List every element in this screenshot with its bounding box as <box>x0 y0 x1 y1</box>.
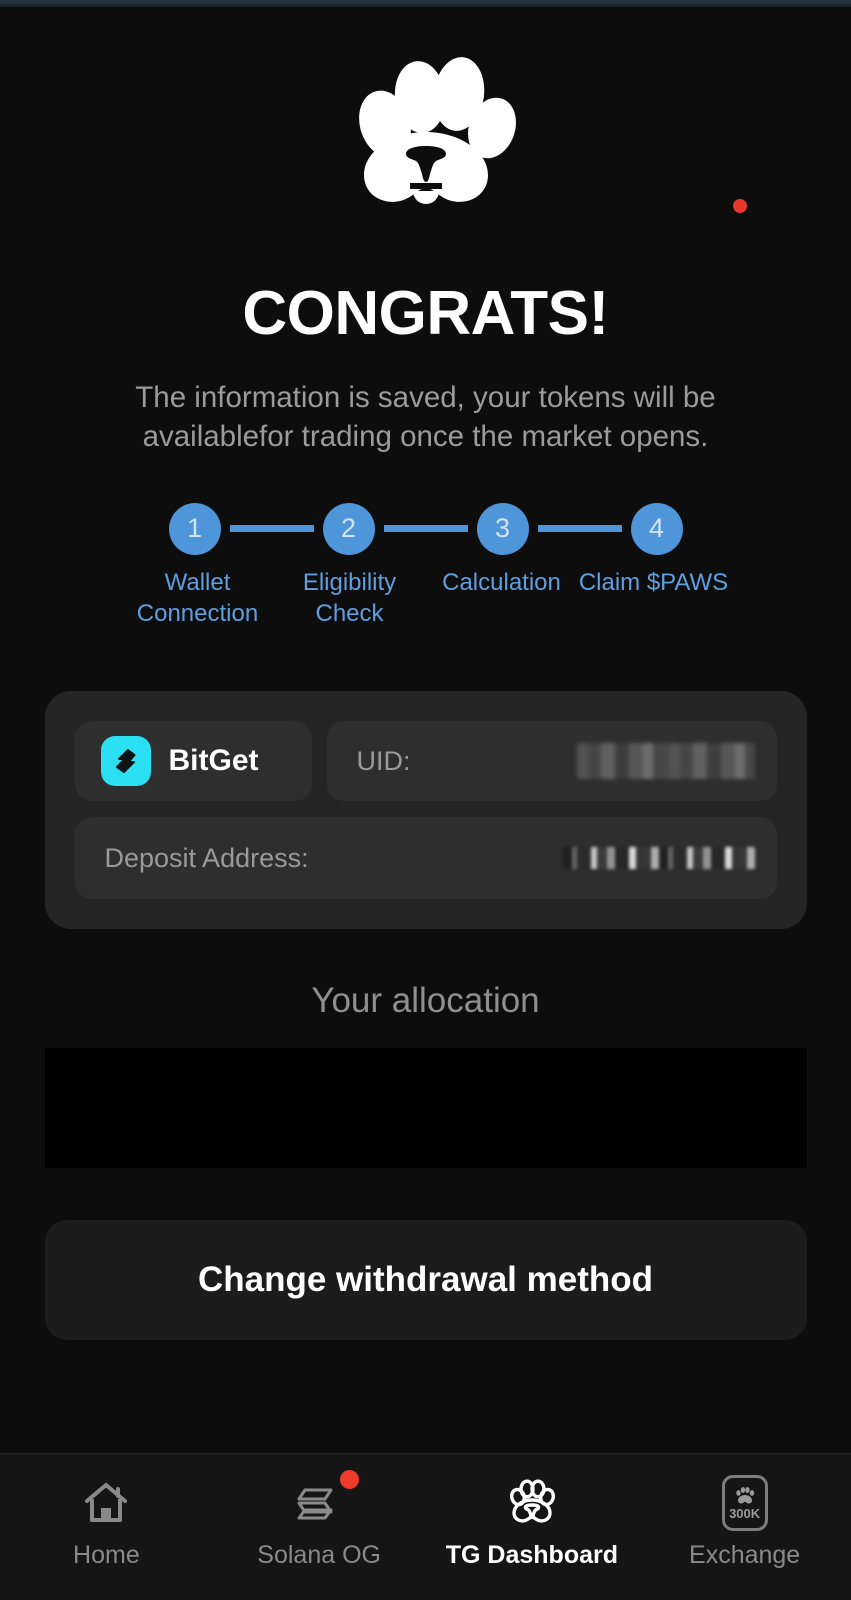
change-withdrawal-method-button[interactable]: Change withdrawal method <box>45 1220 807 1340</box>
nav-item-solana-og[interactable]: Solana OG <box>213 1476 426 1570</box>
exchange-card-row-top: BitGet UID: <box>75 721 777 801</box>
step-connector-3 <box>538 525 622 532</box>
bitget-logo-icon <box>101 736 151 786</box>
step-circle-1[interactable]: 1 <box>169 503 221 555</box>
nav-label-solana-og: Solana OG <box>257 1541 381 1570</box>
step-connector-2 <box>384 525 468 532</box>
nav-badge-solana-og <box>340 1470 359 1489</box>
allocation-title: Your allocation <box>0 981 851 1021</box>
step-circle-3[interactable]: 3 <box>477 503 529 555</box>
exchange-card-row-bottom: Deposit Address: <box>75 817 777 899</box>
progress-stepper: 1 2 3 4 Wallet Connection Eligibility Ch… <box>86 503 766 629</box>
page-subtitle: The information is saved, your tokens wi… <box>66 379 786 457</box>
paw-icon <box>505 1476 559 1530</box>
exchange-details-card: BitGet UID: Deposit Address: <box>45 691 807 929</box>
solana-icon <box>291 1476 347 1530</box>
exchange-chip-value: 300K <box>729 1507 760 1520</box>
uid-label: UID: <box>357 746 411 777</box>
paw-print-logo <box>0 7 851 219</box>
step-label-claim-paws: Claim $PAWS <box>578 568 730 629</box>
stepper-labels-row: Wallet Connection Eligibility Check Calc… <box>86 568 766 629</box>
nav-label-exchange: Exchange <box>689 1541 800 1570</box>
uid-value-redacted <box>577 743 755 779</box>
step-circle-4[interactable]: 4 <box>631 503 683 555</box>
bottom-navigation-bar: Home Solana OG <box>0 1453 851 1600</box>
system-status-bar <box>0 0 851 7</box>
nav-label-home: Home <box>73 1541 140 1570</box>
red-notification-dot <box>733 199 747 213</box>
nav-item-tg-dashboard[interactable]: TG Dashboard <box>426 1476 639 1570</box>
allocation-value-redacted <box>45 1048 807 1168</box>
app-root: CONGRATS! The information is saved, your… <box>0 0 851 1600</box>
nav-item-exchange[interactable]: 300K Exchange <box>638 1476 851 1570</box>
step-connector-1 <box>230 525 314 532</box>
nav-label-tg-dashboard: TG Dashboard <box>446 1541 618 1570</box>
step-label-eligibility-check: Eligibility Check <box>274 568 426 629</box>
step-label-wallet-connection: Wallet Connection <box>122 568 274 629</box>
exchange-card-icon: 300K <box>722 1476 768 1530</box>
page-title: CONGRATS! <box>0 283 851 345</box>
exchange-brand-name: BitGet <box>169 744 259 778</box>
step-circle-2[interactable]: 2 <box>323 503 375 555</box>
stepper-circles-row: 1 2 3 4 <box>86 503 766 555</box>
main-content: CONGRATS! The information is saved, your… <box>0 7 851 1453</box>
deposit-address-value-redacted <box>563 847 755 869</box>
exchange-chip: 300K <box>722 1475 768 1531</box>
deposit-address-label: Deposit Address: <box>105 843 309 874</box>
uid-field[interactable]: UID: <box>327 721 777 801</box>
deposit-address-field[interactable]: Deposit Address: <box>75 817 777 899</box>
step-label-calculation: Calculation <box>426 568 578 629</box>
nav-item-home[interactable]: Home <box>0 1476 213 1570</box>
home-icon <box>80 1476 132 1530</box>
exchange-brand-selector[interactable]: BitGet <box>75 721 312 801</box>
